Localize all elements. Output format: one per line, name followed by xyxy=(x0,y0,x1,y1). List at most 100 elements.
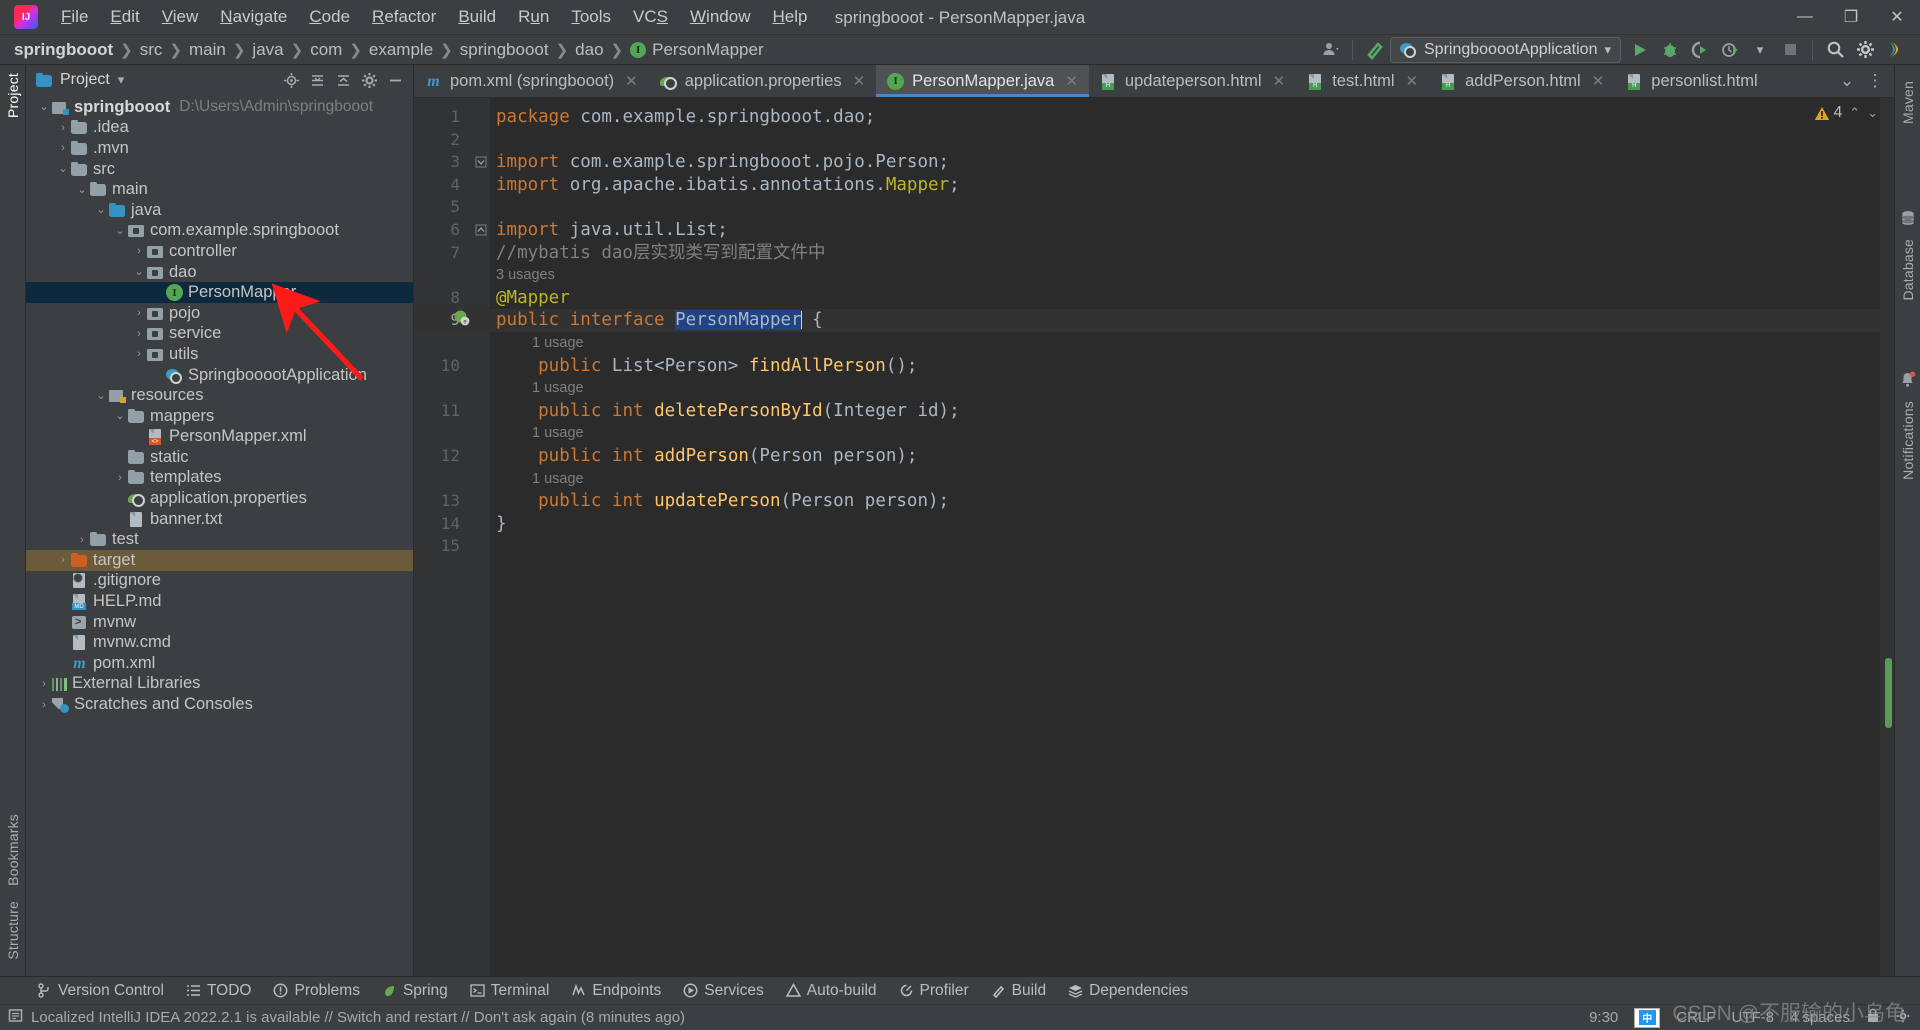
expand-all-icon[interactable] xyxy=(305,69,329,91)
search-everywhere-icon[interactable] xyxy=(1820,37,1850,63)
chevron-right-icon[interactable]: › xyxy=(55,120,71,136)
inspection-widget[interactable]: 4 ⌃ ⌄ xyxy=(1814,104,1878,122)
usage-hint[interactable]: 1 usage xyxy=(490,468,1880,491)
menu-item-view[interactable]: View xyxy=(151,2,210,32)
chevron-down-icon[interactable]: ⌄ xyxy=(131,264,147,280)
menu-item-edit[interactable]: Edit xyxy=(99,2,150,32)
gutter-line-12[interactable]: 12 xyxy=(414,445,474,468)
chevron-down-icon[interactable]: ⌄ xyxy=(93,388,109,404)
tree-node-static[interactable]: static xyxy=(26,447,413,468)
breadcrumb-item-main[interactable]: main xyxy=(189,40,226,60)
usage-hint[interactable]: 1 usage xyxy=(490,332,1880,355)
chevron-right-icon[interactable]: › xyxy=(74,532,90,548)
ime-indicator[interactable]: 中 xyxy=(1634,1007,1661,1028)
tree-node-mvnw.cmd[interactable]: mvnw.cmd xyxy=(26,632,413,653)
tool-window-button-bookmarks[interactable]: Bookmarks xyxy=(5,806,21,894)
event-log-icon[interactable] xyxy=(8,1008,23,1027)
gutter-line-6[interactable]: 6 xyxy=(414,219,474,242)
status-message[interactable]: Localized IntelliJ IDEA 2022.2.1 is avai… xyxy=(31,1009,685,1026)
gutter-line-4[interactable]: 4 xyxy=(414,174,474,197)
gutter-hint-row[interactable] xyxy=(414,264,474,287)
run-icon[interactable] xyxy=(1625,37,1655,63)
code-line-12[interactable]: public int addPerson(Person person); xyxy=(490,445,1880,468)
tree-node-springbooot[interactable]: ⌄ springbooot D:\Users\Admin\springbooot xyxy=(26,97,413,118)
ide-feature-icon[interactable] xyxy=(1880,37,1910,63)
gutter-hint-row[interactable] xyxy=(414,422,474,445)
code-line-3[interactable]: import com.example.springbooot.pojo.Pers… xyxy=(490,151,1880,174)
tool-window-terminal[interactable]: Terminal xyxy=(459,980,561,1002)
tree-node-pojo[interactable]: › pojo xyxy=(26,303,413,324)
tree-node-scratches-and-consoles[interactable]: › Scratches and Consoles xyxy=(26,694,413,715)
gutter-line-14[interactable]: 14 xyxy=(414,513,474,536)
chevron-down-icon[interactable]: ▾ xyxy=(1745,37,1775,63)
editor-tab-personlist.html[interactable]: Hpersonlist.html xyxy=(1615,65,1768,97)
menu-item-vcs[interactable]: VCS xyxy=(622,2,679,32)
tool-window-problems[interactable]: Problems xyxy=(262,980,370,1002)
stop-icon[interactable] xyxy=(1775,37,1805,63)
tree-node-springbooootapplication[interactable]: SpringbooootApplication xyxy=(26,365,413,386)
gutter-hint-row[interactable] xyxy=(414,332,474,355)
tree-node-external-libraries[interactable]: › External Libraries xyxy=(26,674,413,695)
next-problem-icon[interactable]: ⌄ xyxy=(1867,105,1878,121)
tool-window-version-control[interactable]: Version Control xyxy=(26,980,175,1002)
code-line-13[interactable]: public int updatePerson(Person person); xyxy=(490,490,1880,513)
tree-node-application.properties[interactable]: application.properties xyxy=(26,488,413,509)
tree-node-src[interactable]: ⌄ src xyxy=(26,159,413,180)
breadcrumb-item-springbooot[interactable]: springbooot xyxy=(460,40,549,60)
caret-position[interactable]: 9:30 xyxy=(1589,1009,1618,1026)
indent-setting[interactable]: 4 spaces xyxy=(1790,1009,1850,1026)
tool-window-bar[interactable]: Version Control TODO Problems Spring Termina… xyxy=(0,976,1920,1004)
profiler-icon[interactable] xyxy=(1715,37,1745,63)
tree-node-service[interactable]: › service xyxy=(26,324,413,345)
editor-tab-pom.xml-springbooot-[interactable]: m pom.xml (springbooot) ✕ xyxy=(414,65,649,97)
gutter-line-5[interactable]: 5 xyxy=(414,196,474,219)
gutter-line-8[interactable]: 8 xyxy=(414,287,474,310)
close-tab-icon[interactable]: ✕ xyxy=(1406,72,1419,90)
tab-list-chevron-icon[interactable]: ⌄ xyxy=(1834,68,1860,94)
tree-node-.idea[interactable]: › .idea xyxy=(26,118,413,139)
tool-window-spring[interactable]: Spring xyxy=(371,980,459,1002)
editor-tab-test.html[interactable]: Htest.html ✕ xyxy=(1296,65,1429,97)
code-line-14[interactable]: } xyxy=(490,513,1880,536)
code-line-2[interactable] xyxy=(490,129,1880,152)
tool-window-dependencies[interactable]: Dependencies xyxy=(1057,980,1199,1002)
maximize-button[interactable]: ❐ xyxy=(1828,0,1874,35)
chevron-down-icon[interactable]: ⌄ xyxy=(55,161,71,177)
tree-node-help.md[interactable]: MD HELP.md xyxy=(26,591,413,612)
code-line-6[interactable]: import java.util.List; xyxy=(490,219,1880,242)
tree-node-personmapper.xml[interactable]: <> PersonMapper.xml xyxy=(26,427,413,448)
editor-tab-personmapper.java[interactable]: I PersonMapper.java ✕ xyxy=(876,65,1089,97)
menu-item-navigate[interactable]: Navigate xyxy=(209,2,298,32)
lock-icon[interactable] xyxy=(1866,1008,1880,1027)
tool-window-button-maven[interactable]: Maven xyxy=(1900,73,1916,132)
menu-item-file[interactable]: File xyxy=(50,2,99,32)
chevron-right-icon[interactable]: › xyxy=(55,140,71,156)
editor-tab-updateperson.html[interactable]: Hupdateperson.html ✕ xyxy=(1089,65,1296,97)
tree-node-mvnw[interactable]: mvnw xyxy=(26,612,413,633)
code-line-1[interactable]: package com.example.springbooot.dao; xyxy=(490,106,1880,129)
gutter-line-13[interactable]: 13 xyxy=(414,490,474,513)
tree-node-controller[interactable]: › controller xyxy=(26,241,413,262)
tree-node-.mvn[interactable]: › .mvn xyxy=(26,138,413,159)
breadcrumb-item-personmapper[interactable]: I PersonMapper xyxy=(630,40,764,60)
select-opened-file-icon[interactable] xyxy=(279,69,303,91)
breadcrumb-item-com[interactable]: com xyxy=(310,40,342,60)
tree-node-java[interactable]: ⌄ java xyxy=(26,200,413,221)
chevron-right-icon[interactable]: › xyxy=(55,552,71,568)
gutter-line-11[interactable]: 11 xyxy=(414,400,474,423)
warning-count[interactable]: 4 xyxy=(1814,104,1842,122)
chevron-down-icon[interactable]: ⌄ xyxy=(112,223,128,239)
chevron-right-icon[interactable]: › xyxy=(112,470,128,486)
tree-node-com.example.springbooot[interactable]: ⌄ com.example.springbooot xyxy=(26,221,413,242)
tool-window-build[interactable]: Build xyxy=(980,980,1057,1002)
tab-more-options-icon[interactable]: ⋮ xyxy=(1862,68,1888,94)
tree-node-.gitignore[interactable]: .gitignore xyxy=(26,571,413,592)
menu-item-run[interactable]: Run xyxy=(507,2,560,32)
previous-problem-icon[interactable]: ⌃ xyxy=(1849,105,1860,121)
collapse-all-icon[interactable] xyxy=(331,69,355,91)
breadcrumb-item-dao[interactable]: dao xyxy=(575,40,603,60)
close-tab-icon[interactable]: ✕ xyxy=(1592,72,1605,90)
tool-window-button-notifications[interactable]: Notifications xyxy=(1900,393,1916,488)
status-gear-icon[interactable] xyxy=(1896,1009,1910,1027)
gutter-line-9[interactable]: 9e xyxy=(414,309,474,332)
